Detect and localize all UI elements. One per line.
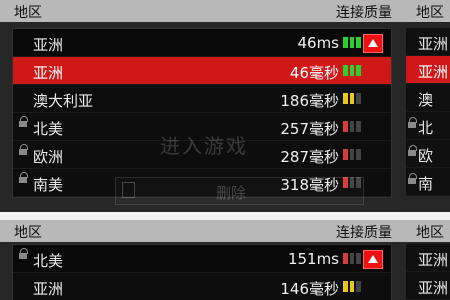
region-name: 北美 [33,120,64,138]
signal-bars-icon [343,93,362,104]
region-name: 欧 [418,147,434,165]
region-option[interactable]: 南 [406,168,450,196]
region-header-label: 地区 [14,5,42,21]
region-header: 地区 [406,0,450,22]
connection-quality-header: 连接质量 [336,225,392,241]
region-current[interactable]: 亚洲 [406,28,450,56]
region-name: 北美 [33,252,64,270]
region-ping: 46ms [297,34,339,52]
lock-icon [19,248,28,260]
signal-bars-icon [343,253,362,264]
region-option[interactable]: 澳大利亚 186毫秒 [13,85,391,113]
lock-icon [408,145,417,157]
region-option[interactable]: 澳 [406,84,450,112]
delete-button-obscured: 删除 [115,177,364,205]
region-option[interactable]: 亚洲 46毫秒 [13,57,391,85]
region-ping: 257毫秒 [280,120,339,138]
region-name: 欧洲 [33,148,64,166]
region-name: 亚洲 [33,64,64,82]
divider [0,212,450,220]
region-dropdown[interactable]: 北美 151ms 亚洲 146毫秒 [12,244,392,300]
region-name: 亚洲 [418,251,449,269]
region-option[interactable]: 欧 [406,140,450,168]
region-header-label: 地区 [416,5,444,21]
lock-icon [19,144,28,156]
join-game-button-obscured: 进入游戏 [160,134,248,158]
region-option[interactable]: 亚洲 146毫秒 [13,273,391,300]
region-header-label: 地区 [14,225,42,241]
region-dropdown[interactable]: 亚洲 46ms 亚洲 46毫秒 澳大利亚 186毫秒 北美 257毫秒 欧洲 2… [12,28,392,198]
region-name: 亚洲 [418,63,449,81]
region-current[interactable]: 亚洲 [406,244,450,272]
signal-bars-icon [343,121,362,132]
signal-bars-icon [343,281,362,292]
lock-icon [408,173,417,185]
collapse-arrow-icon[interactable] [363,34,383,53]
signal-bars-icon [343,37,362,48]
region-current[interactable]: 北美 151ms [13,245,391,273]
region-name: 北 [418,119,434,137]
region-name: 南美 [33,176,64,194]
region-panel-bottom: 地区 连接质量 北美 151ms 亚洲 146毫秒 [0,220,406,300]
lock-icon [408,117,417,129]
region-header-label: 地区 [416,225,444,241]
region-header: 地区 [406,220,450,242]
signal-bars-icon [343,65,362,76]
collapse-arrow-icon[interactable] [363,250,383,269]
region-panel-bottom-right: 地区 亚洲 亚洲 [406,220,450,300]
region-name: 澳大利亚 [33,92,94,110]
server-region-screens: 地区 连接质量 亚洲 46ms 亚洲 46毫秒 澳大利亚 186毫秒 北美 25… [0,0,450,300]
region-name: 南 [418,175,434,193]
region-panel-top-right: 地区 亚洲 亚洲 澳 北 欧 南 [406,0,450,212]
region-ping: 151ms [287,250,339,268]
region-panel-top: 地区 连接质量 亚洲 46ms 亚洲 46毫秒 澳大利亚 186毫秒 北美 25… [0,0,406,212]
region-name: 亚洲 [33,280,64,298]
region-name: 亚洲 [418,279,449,297]
delete-button-label: 删除 [216,184,247,202]
lock-icon [19,116,28,128]
lock-icon [19,172,28,184]
region-name: 澳 [418,91,434,109]
region-name: 亚洲 [418,35,449,53]
region-option[interactable]: 北 [406,112,450,140]
region-header: 地区 连接质量 [0,0,406,22]
signal-bars-icon [343,149,362,160]
connection-quality-header: 连接质量 [336,5,392,21]
region-name: 亚洲 [33,36,64,54]
region-ping: 186毫秒 [280,92,339,110]
region-ping: 146毫秒 [280,280,339,298]
region-option[interactable]: 亚洲 [406,56,450,84]
region-ping: 287毫秒 [280,148,339,166]
region-option[interactable]: 亚洲 [406,272,450,300]
region-ping: 46毫秒 [289,64,339,82]
region-header: 地区 连接质量 [0,220,406,242]
trash-icon [122,182,135,198]
region-current[interactable]: 亚洲 46ms [13,29,391,57]
